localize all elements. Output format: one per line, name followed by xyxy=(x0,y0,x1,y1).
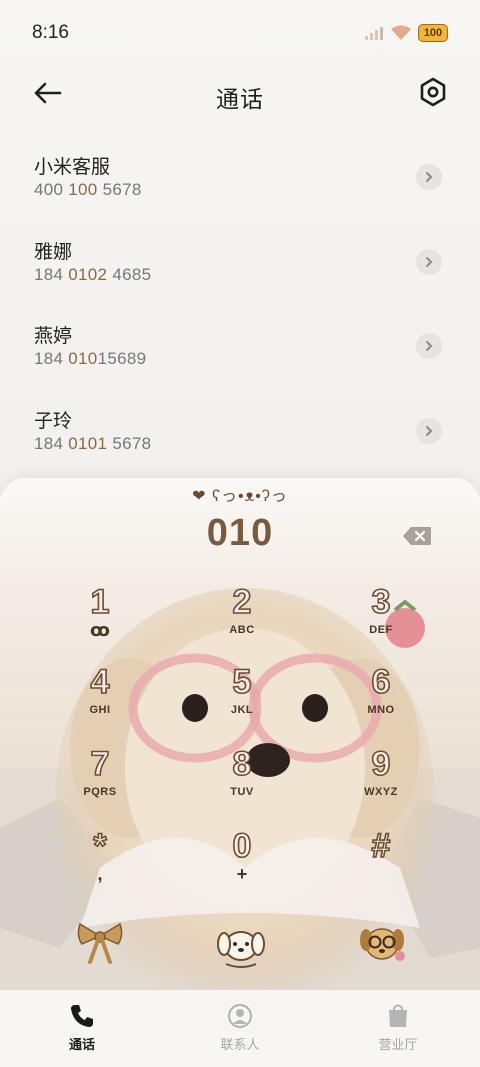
key-6[interactable]: 6 MNO xyxy=(326,662,436,732)
voicemail-icon: ꝏ xyxy=(90,620,110,640)
contact-icon xyxy=(227,1003,253,1029)
kaomoji-decoration: ❤ ʕっ•ᴥ•ʔっ xyxy=(192,488,288,505)
contact-number: 184 0102 4685 xyxy=(34,264,152,284)
contact-number: 184 0101 5678 xyxy=(34,433,152,453)
nav-tab-service-hall[interactable]: 营业厅 xyxy=(348,1002,448,1053)
puppy-call-icon[interactable] xyxy=(210,924,272,972)
contact-number: 184 01015689 xyxy=(34,349,147,368)
contact-name: 子玲 xyxy=(34,410,73,432)
key-4[interactable]: 4 GHI xyxy=(45,662,155,732)
contact-name: 雅娜 xyxy=(34,241,73,263)
phone-icon xyxy=(71,1005,93,1027)
list-item[interactable]: 燕婷 184 01015689 xyxy=(0,309,480,394)
list-item[interactable]: 子玲 184 0101 5678 xyxy=(0,394,480,479)
key-5[interactable]: 5 JKL xyxy=(187,662,297,732)
chevron-right-icon[interactable] xyxy=(416,248,442,275)
nav-tab-contacts[interactable]: 联系人 xyxy=(190,1002,290,1053)
bottom-nav: 通话 联系人 营业厅 xyxy=(0,990,480,1067)
key-hash[interactable]: # xyxy=(326,826,436,896)
contact-name: 燕婷 xyxy=(34,326,73,347)
key-8[interactable]: 8 TUV xyxy=(187,744,297,814)
chevron-right-icon[interactable] xyxy=(416,164,442,190)
header: 通话 xyxy=(0,66,480,122)
bow-icon[interactable] xyxy=(70,912,130,972)
battery-icon: 100 xyxy=(418,24,448,42)
key-star[interactable]: * , xyxy=(45,826,155,896)
status-bar: 8:16 100 xyxy=(0,0,480,66)
key-0[interactable]: 0 + xyxy=(187,826,297,896)
key-1[interactable]: 1 ꝏ xyxy=(45,582,155,652)
dialpad-panel: ❤ ʕっ•ᴥ•ʔっ 010 1 ꝏ 2 ABC 3 DEF 4 GHI 5 JK… xyxy=(0,478,480,990)
key-7[interactable]: 7 PQRS xyxy=(45,744,155,814)
page-title: 通话 xyxy=(216,86,264,112)
wifi-icon xyxy=(391,25,411,40)
list-item[interactable]: 小米客服 400 100 5678 xyxy=(0,140,480,225)
search-results-list: 小米客服 400 100 5678 雅娜 184 0102 4685 燕婷 18… xyxy=(0,140,480,478)
key-2[interactable]: 2 ABC xyxy=(187,582,297,652)
chevron-right-icon[interactable] xyxy=(416,333,442,359)
key-3[interactable]: 3 DEF xyxy=(326,582,436,652)
key-9[interactable]: 9 WXYZ xyxy=(326,744,436,814)
signal-icon xyxy=(365,27,383,40)
list-item[interactable]: 雅娜 184 0102 4685 xyxy=(0,225,480,310)
contact-number: 400 100 5678 xyxy=(34,180,142,199)
puppy-glasses-icon[interactable] xyxy=(352,912,412,972)
shop-bag-icon xyxy=(389,1004,407,1027)
backspace-icon[interactable] xyxy=(402,526,432,546)
nav-tab-calls[interactable]: 通话 xyxy=(32,1002,132,1053)
settings-icon[interactable] xyxy=(418,76,448,108)
contact-name: 小米客服 xyxy=(34,157,111,178)
chevron-right-icon[interactable] xyxy=(416,417,442,444)
status-icons: 100 xyxy=(364,24,448,42)
status-time: 8:16 xyxy=(32,22,69,43)
